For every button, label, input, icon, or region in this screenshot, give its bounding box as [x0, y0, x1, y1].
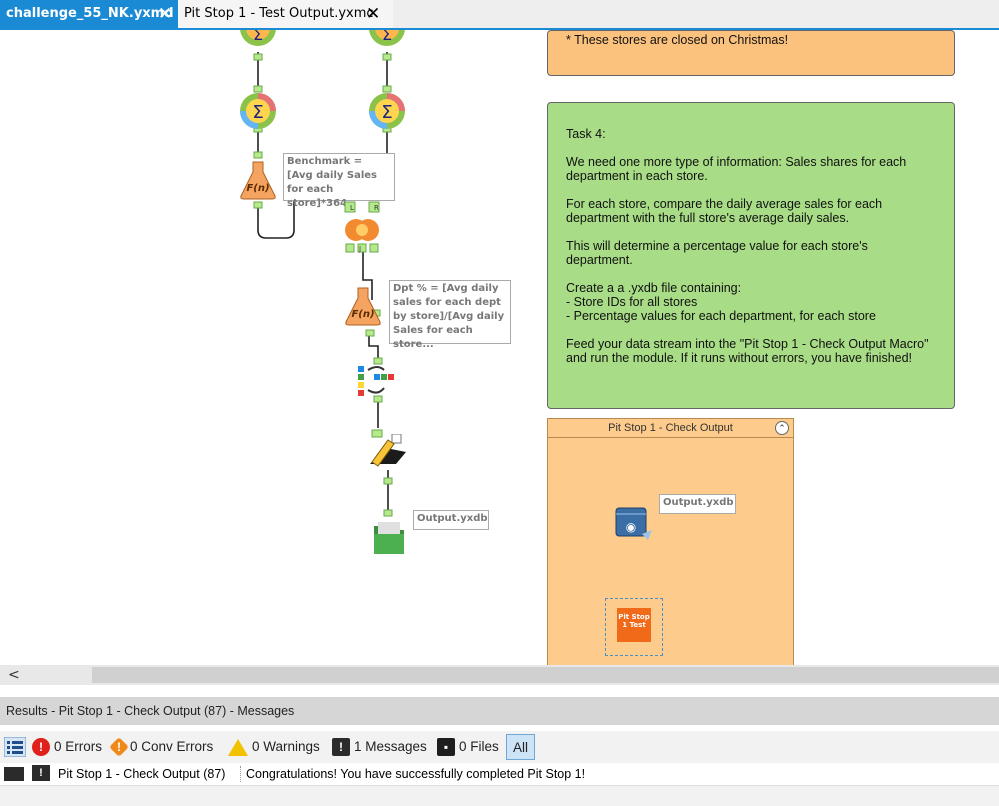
message-tool-name: Pit Stop 1 - Check Output (87): [58, 767, 226, 781]
task4-note[interactable]: Task 4: We need one more type of informa…: [547, 102, 955, 409]
messages-filter[interactable]: ! 1 Messages: [332, 731, 427, 763]
task4-paragraph: Feed your data stream into the "Pit Stop…: [566, 337, 929, 365]
messages-label: 1 Messages: [354, 739, 427, 754]
conv-error-icon: !: [109, 737, 129, 758]
files-label: 0 Files: [459, 739, 499, 754]
results-panel-title: Results - Pit Stop 1 - Check Output (87)…: [0, 697, 999, 725]
benchmark-annotation: Benchmark = [Avg daily Sales for each st…: [283, 153, 395, 209]
close-icon[interactable]: ✕: [366, 0, 380, 28]
close-icon[interactable]: ✕: [158, 0, 172, 28]
svg-text:◉: ◉: [626, 520, 636, 534]
workflow-canvas[interactable]: Σ Σ Σ Σ F(n) Benchmark = [Avg daily Sale…: [0, 30, 999, 665]
output-file-icon[interactable]: [370, 518, 408, 556]
tab-test-output-macro[interactable]: Pit Stop 1 - Test Output.yxmc ✕: [178, 0, 393, 28]
svg-text:Σ: Σ: [253, 30, 263, 44]
output-data-tool-icon[interactable]: [366, 434, 408, 470]
check-output-container[interactable]: Pit Stop 1 - Check Output ⌃: [547, 418, 794, 665]
svg-text:Σ: Σ: [382, 30, 392, 44]
results-toolbar: ! 0 Errors ! 0 Conv Errors 0 Warnings ! 1 M…: [0, 731, 999, 763]
summarize-tool-icon[interactable]: Σ: [368, 30, 406, 48]
svg-text:Σ: Σ: [252, 102, 263, 123]
input-data-tool-icon[interactable]: ◉: [614, 502, 654, 542]
tab-challenge-workflow[interactable]: challenge_55_NK.yxmd ✕: [0, 0, 178, 28]
pit-stop-test-macro-icon[interactable]: Pit Stop 1 Test: [617, 608, 651, 642]
column-divider: [240, 766, 241, 782]
message-icon: !: [332, 738, 350, 757]
message-icon: !: [32, 765, 50, 781]
files-filter[interactable]: ▪ 0 Files: [437, 731, 499, 763]
join-r-label: R: [374, 204, 379, 212]
all-filter-button[interactable]: All: [506, 734, 535, 760]
error-icon: !: [32, 738, 50, 757]
errors-label: 0 Errors: [54, 739, 103, 754]
warnings-label: 0 Warnings: [252, 739, 320, 754]
task4-paragraph: We need one more type of information: Sa…: [566, 155, 907, 183]
join-j-label: J: [358, 245, 361, 253]
task4-heading: Task 4:: [566, 127, 606, 141]
conv-errors-label: 0 Conv Errors: [130, 739, 214, 754]
task4-paragraph: This will determine a percentage value f…: [566, 239, 868, 267]
conv-errors-filter[interactable]: ! 0 Conv Errors: [109, 731, 214, 763]
collapse-icon[interactable]: ⌃: [775, 421, 789, 435]
formula-label: F(n): [246, 183, 269, 194]
scrollbar-thumb[interactable]: [92, 667, 999, 683]
list-view-icon[interactable]: [4, 737, 26, 757]
message-row[interactable]: ! Pit Stop 1 - Check Output (87) Congrat…: [0, 763, 999, 786]
join-tool-icon[interactable]: L R J: [342, 200, 384, 256]
formula-tool-icon[interactable]: F(n): [344, 286, 382, 328]
cross-tab-tool-icon[interactable]: [356, 362, 396, 398]
formula-label: F(n): [351, 309, 374, 320]
message-row-marker-icon: [4, 767, 24, 781]
svg-text:Σ: Σ: [381, 102, 392, 123]
summarize-tool-icon[interactable]: Σ: [368, 92, 406, 130]
task4-paragraph: Create a a .yxdb file containing: - Stor…: [566, 281, 876, 323]
tab-label: Pit Stop 1 - Test Output.yxmc: [184, 6, 374, 21]
results-bottom-area: [0, 786, 999, 806]
tab-label: challenge_55_NK.yxmd: [6, 6, 174, 21]
formula-tool-icon[interactable]: F(n): [239, 160, 277, 200]
save-disk-icon: ▪: [437, 738, 455, 757]
container-title: Pit Stop 1 - Check Output: [608, 422, 733, 434]
errors-filter[interactable]: ! 0 Errors: [32, 731, 102, 763]
dpt-pct-annotation: Dpt % = [Avg daily sales for each dept b…: [389, 280, 511, 350]
christmas-note[interactable]: * These stores are closed on Christmas!: [547, 30, 955, 76]
task4-paragraph: For each store, compare the daily averag…: [566, 197, 883, 225]
output-annotation: Output.yxdb: [659, 494, 736, 514]
message-text: Congratulations! You have successfully c…: [246, 767, 586, 781]
container-header[interactable]: Pit Stop 1 - Check Output ⌃: [548, 419, 793, 438]
join-l-label: L: [350, 204, 354, 212]
summarize-tool-icon[interactable]: Σ: [239, 30, 277, 48]
scroll-left-icon[interactable]: <: [8, 665, 20, 685]
warning-icon: [228, 738, 248, 756]
tab-bar: challenge_55_NK.yxmd ✕ Pit Stop 1 - Test…: [0, 0, 999, 30]
christmas-note-text: * These stores are closed on Christmas!: [566, 33, 789, 47]
output-annotation: Output.yxdb: [413, 510, 489, 530]
summarize-tool-icon[interactable]: Σ: [239, 92, 277, 130]
warnings-filter[interactable]: 0 Warnings: [228, 731, 320, 763]
